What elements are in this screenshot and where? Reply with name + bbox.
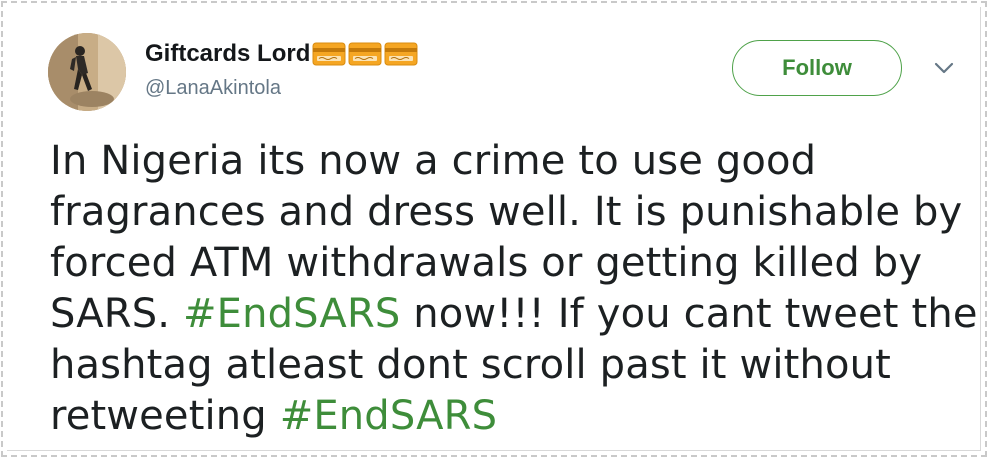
tweet-line: SARS. #EndSARS now!!! If you cant tweet … <box>50 289 977 340</box>
tweet-text-segment: retweeting <box>50 393 280 439</box>
credit-card-icon <box>348 42 382 66</box>
tweet-line: forced ATM withdrawals or getting killed… <box>50 240 923 286</box>
hashtag-link[interactable]: #EndSARS <box>280 393 497 439</box>
credit-card-icon <box>384 42 418 66</box>
user-handle[interactable]: @LanaAkintola <box>145 77 281 100</box>
chevron-down-icon[interactable] <box>932 60 956 76</box>
tweet-line: hashtag atleast dont scroll past it with… <box>50 342 891 388</box>
tweet-text-segment: now!!! If you cant tweet the <box>400 291 978 337</box>
tweet-text: In Nigeria its now a crime to use good f… <box>50 136 977 442</box>
tweet-line: In Nigeria its now a crime to use good <box>50 138 817 184</box>
avatar[interactable] <box>48 33 126 111</box>
credit-card-emoji-group <box>312 42 418 66</box>
hashtag-link[interactable]: #EndSARS <box>183 291 400 337</box>
user-display-name[interactable]: Giftcards Lord <box>145 40 310 68</box>
tweet-text-segment: SARS. <box>50 291 184 337</box>
follow-button[interactable]: Follow <box>732 40 902 96</box>
avatar-photo <box>48 33 126 111</box>
tweet-line: fragrances and dress well. It is punisha… <box>50 189 963 235</box>
credit-card-icon <box>312 42 346 66</box>
user-display-name-row[interactable]: Giftcards Lord <box>145 40 418 68</box>
tweet-line: retweeting #EndSARS <box>50 391 970 442</box>
